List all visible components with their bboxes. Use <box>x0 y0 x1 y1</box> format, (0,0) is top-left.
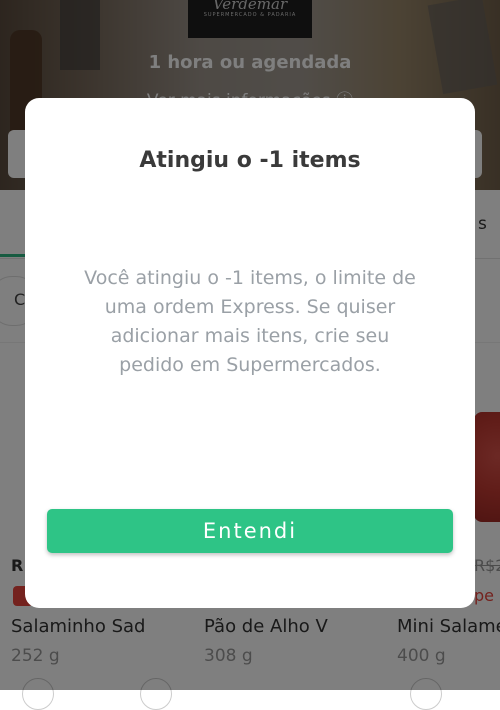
understood-button[interactable]: Entendi <box>47 509 453 553</box>
limit-reached-dialog: Atingiu o -1 items Você atingiu o -1 ite… <box>25 98 475 608</box>
dialog-title: Atingiu o -1 items <box>139 148 361 173</box>
dialog-message: Você atingiu o -1 items, o limite de uma… <box>84 267 416 376</box>
